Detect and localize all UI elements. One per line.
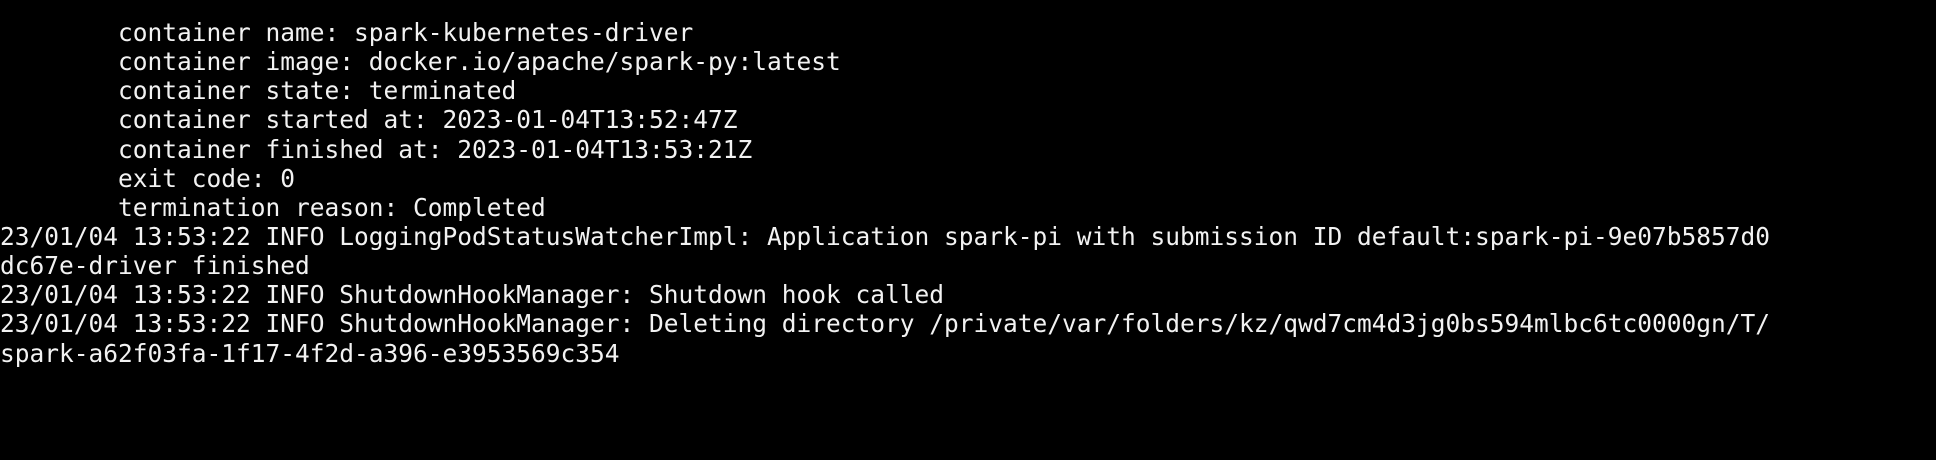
terminal-line-termination-reason: termination reason: Completed [0,192,546,222]
terminal-line-container-state: container state: terminated [0,76,517,106]
terminal-line-application-status: 23/01/04 13:53:22 INFO LoggingPodStatusW… [0,221,1771,251]
terminal-line-deleting-directory: 23/01/04 13:53:22 INFO ShutdownHookManag… [0,309,1771,339]
terminal-line-exit-code: exit code: 0 [0,163,296,193]
terminal-line-container-finished: container finished at: 2023-01-04T13:53:… [0,134,753,164]
terminal-line-container-image: container image: docker.io/apache/spark-… [0,47,841,77]
terminal-line-application-status-wrap: dc67e-driver finished [0,251,310,281]
terminal-line-container-started: container started at: 2023-01-04T13:52:4… [0,105,738,135]
terminal-line-container-name: container name: spark-kubernetes-driver [0,18,694,47]
terminal-line-shutdown-hook: 23/01/04 13:53:22 INFO ShutdownHookManag… [0,280,945,310]
terminal-line-deleting-directory-wrap: spark-a62f03fa-1f17-4f2d-a396-e3953569c3… [0,338,620,368]
terminal-output[interactable]: container name: spark-kubernetes-driver … [0,0,1936,460]
